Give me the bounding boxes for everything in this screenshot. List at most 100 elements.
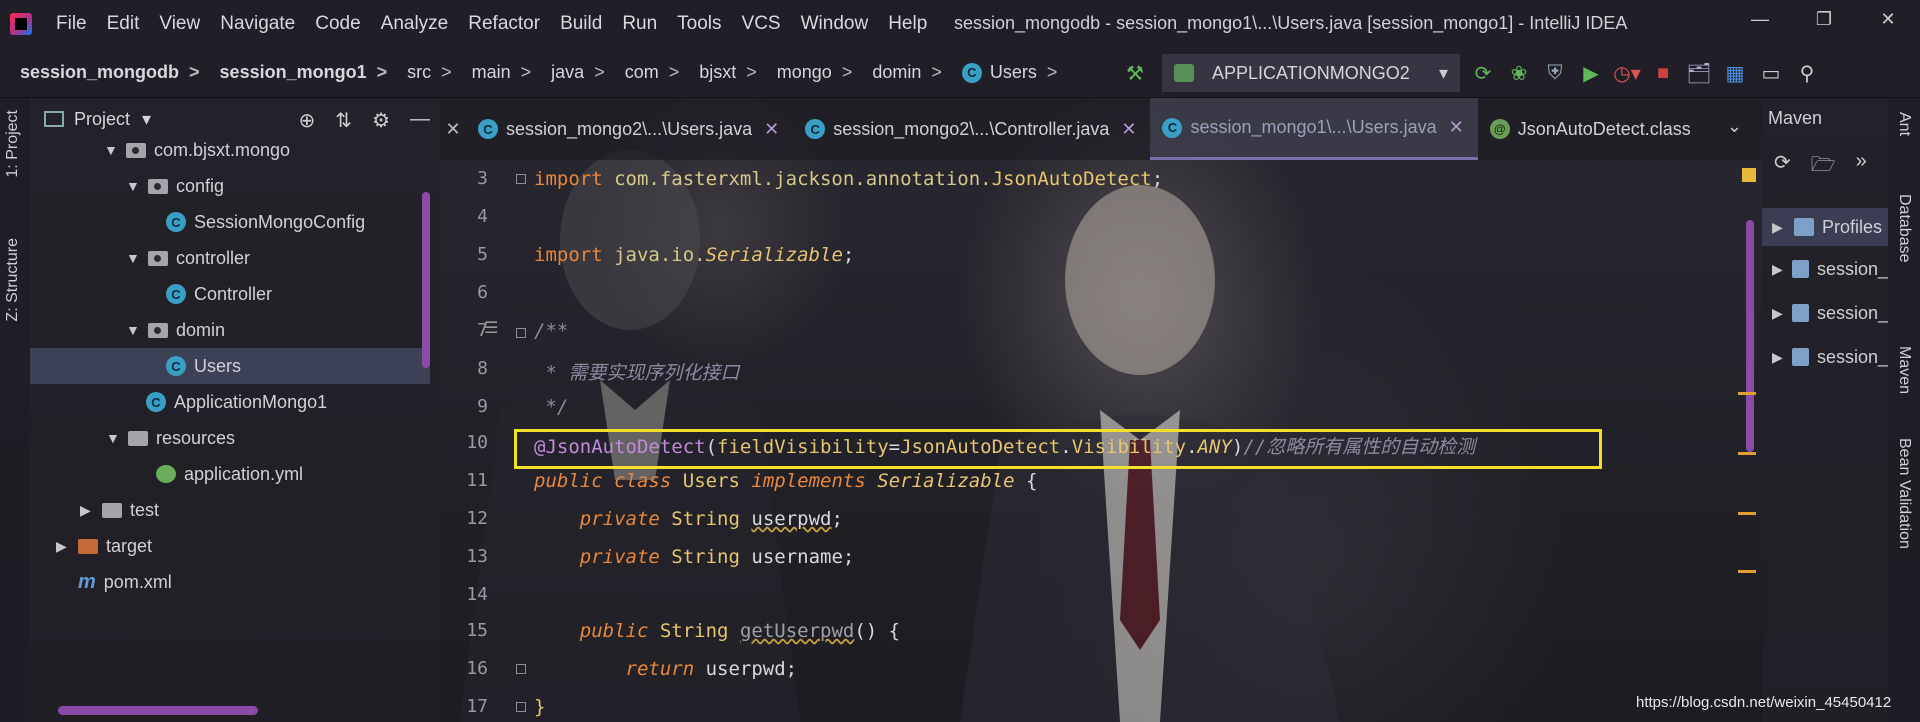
tree-item-class-selected[interactable]: C Users [30,348,430,384]
error-stripe-marker[interactable] [1738,512,1756,515]
tab-ant[interactable]: Ant [1895,112,1913,136]
tab-users-mongo1[interactable]: C session_mongo1\...\Users.java ✕ [1150,98,1478,160]
menu-view[interactable]: View [149,13,210,35]
tree-item-class[interactable]: C SessionMongoConfig [30,204,430,240]
vertical-scrollbar[interactable] [1746,220,1754,452]
horizontal-scrollbar[interactable] [58,706,258,715]
expand-arrow-icon[interactable]: ▶ [1772,219,1788,236]
close-icon[interactable]: ✕ [1449,117,1464,138]
maven-item-project[interactable]: ▶ session_ [1762,338,1888,376]
expand-arrow-icon[interactable]: ▼ [126,322,142,338]
stop-icon[interactable]: ■ [1650,60,1676,86]
tree-item-folder[interactable]: ▼ resources [30,420,430,456]
menu-help[interactable]: Help [878,13,937,35]
breadcrumb-item[interactable]: mongo > [757,62,853,83]
tree-item-folder[interactable]: ▼ controller [30,240,430,276]
expand-arrow-icon[interactable]: ▼ [126,178,142,194]
tree-item-folder[interactable]: ▶ test [30,492,430,528]
breadcrumb-item[interactable]: java > [531,62,605,83]
maven-item-project[interactable]: ▶ session_ [1762,250,1888,288]
breadcrumb-item[interactable]: src > [387,62,452,83]
collapse-all-icon[interactable]: ⇅ [335,108,352,133]
more-icon[interactable]: » [1856,150,1867,184]
gear-icon[interactable]: ⚙ [372,108,390,133]
project-structure-icon[interactable]: 🗂 [1686,60,1712,86]
restore-icon[interactable]: ❐ [1792,0,1856,38]
reload-icon[interactable]: ⟳ [1774,150,1791,184]
minimize-icon[interactable]: — [1728,0,1792,38]
run-configuration-select[interactable]: APPLICATIONMONGO2 ▾ [1162,54,1460,92]
debug-icon[interactable]: ❀ [1506,60,1532,86]
menu-navigate[interactable]: Navigate [210,13,305,35]
fold-marker-icon[interactable] [516,702,526,712]
tab-database[interactable]: Database [1895,194,1913,263]
breadcrumb-item[interactable]: main > [452,62,532,83]
menu-tools[interactable]: Tools [667,13,731,35]
menu-window[interactable]: Window [791,13,879,35]
chevron-down-icon[interactable]: ⌄ [1727,116,1742,137]
close-icon[interactable]: ✕ [764,119,779,140]
translate-icon[interactable]: ▦ [1722,60,1748,86]
collapse-arrow-icon[interactable]: ▶ [80,502,96,519]
tab-json-auto-detect[interactable]: @ JsonAutoDetect.class [1478,98,1705,160]
menu-file[interactable]: File [46,13,97,35]
vertical-scrollbar[interactable] [422,192,430,368]
menu-vcs[interactable]: VCS [732,13,791,35]
breadcrumb-item-users[interactable]: C Users > [942,62,1057,83]
rerun-icon[interactable]: ⟳ [1470,60,1496,86]
error-stripe-marker[interactable] [1738,570,1756,573]
menu-refactor[interactable]: Refactor [458,13,550,35]
tab-users-mongo2[interactable]: C session_mongo2\...\Users.java ✕ [466,98,793,160]
chevron-down-icon[interactable]: ▾ [142,109,151,130]
presentation-icon[interactable]: ▭ [1758,60,1784,86]
menu-run[interactable]: Run [612,13,667,35]
tree-item-class[interactable]: C Controller [30,276,430,312]
expand-arrow-icon[interactable]: ▼ [104,142,120,158]
tree-item-class[interactable]: C ApplicationMongo1 [30,384,430,420]
expand-arrow-icon[interactable]: ▶ [1772,349,1786,366]
tab-controller-mongo2[interactable]: C session_mongo2\...\Controller.java ✕ [793,98,1150,160]
menu-code[interactable]: Code [305,13,370,35]
tab-structure[interactable]: Z: Structure [4,238,22,322]
expand-arrow-icon[interactable]: ▶ [1772,305,1786,322]
tab-bean-validation[interactable]: Bean Validation [1895,438,1913,549]
add-maven-project-icon[interactable]: 🗁 [1811,150,1836,184]
expand-arrow-icon[interactable]: ▶ [1772,261,1786,278]
error-stripe-marker[interactable] [1738,392,1756,395]
tree-item-file[interactable]: application.yml [30,456,430,492]
search-everywhere-icon[interactable]: ⚲ [1794,60,1820,86]
tab-maven[interactable]: Maven [1895,346,1913,394]
breadcrumb-item[interactable]: domin > [852,62,942,83]
expand-arrow-icon[interactable]: ▼ [106,430,122,446]
close-icon[interactable]: ✕ [1856,0,1920,38]
tree-item-file[interactable]: m pom.xml [30,564,430,600]
maven-item-profiles[interactable]: ▶ Profiles [1762,208,1888,246]
breadcrumb-item[interactable]: com > [605,62,680,83]
profiler-icon[interactable]: ◷▾ [1613,60,1641,86]
project-panel-title[interactable]: Project [74,109,130,130]
locate-icon[interactable]: ⊕ [299,108,316,133]
hide-icon[interactable]: — [410,108,430,133]
menu-analyze[interactable]: Analyze [371,13,459,35]
close-icon[interactable]: ✕ [440,98,466,160]
collapse-arrow-icon[interactable]: ▶ [56,538,72,555]
tab-project[interactable]: 1: Project [4,110,22,178]
error-stripe-marker[interactable] [1738,452,1756,455]
javadoc-render-icon[interactable]: ☰ [484,318,498,338]
menu-build[interactable]: Build [550,13,612,35]
warning-indicator-icon[interactable] [1742,168,1756,182]
expand-arrow-icon[interactable]: ▼ [126,250,142,266]
fold-marker-icon[interactable] [516,664,526,674]
menu-edit[interactable]: Edit [97,13,150,35]
tree-item-folder[interactable]: ▼ domin [30,312,430,348]
tree-item-package[interactable]: ▼ com.bjsxt.mongo [30,132,430,168]
run-with-coverage-icon[interactable]: ▶ [1578,60,1604,86]
fold-marker-icon[interactable] [516,328,526,338]
breadcrumb-item[interactable]: session_mongodb > [0,62,200,83]
tree-item-folder[interactable]: ▼ config [30,168,430,204]
breadcrumb-item[interactable]: session_mongo1 > [200,62,388,83]
fold-marker-icon[interactable] [516,174,526,184]
breadcrumb-item[interactable]: bjsxt > [679,62,757,83]
tree-item-folder[interactable]: ▶ target [30,528,430,564]
close-icon[interactable]: ✕ [1121,119,1136,140]
